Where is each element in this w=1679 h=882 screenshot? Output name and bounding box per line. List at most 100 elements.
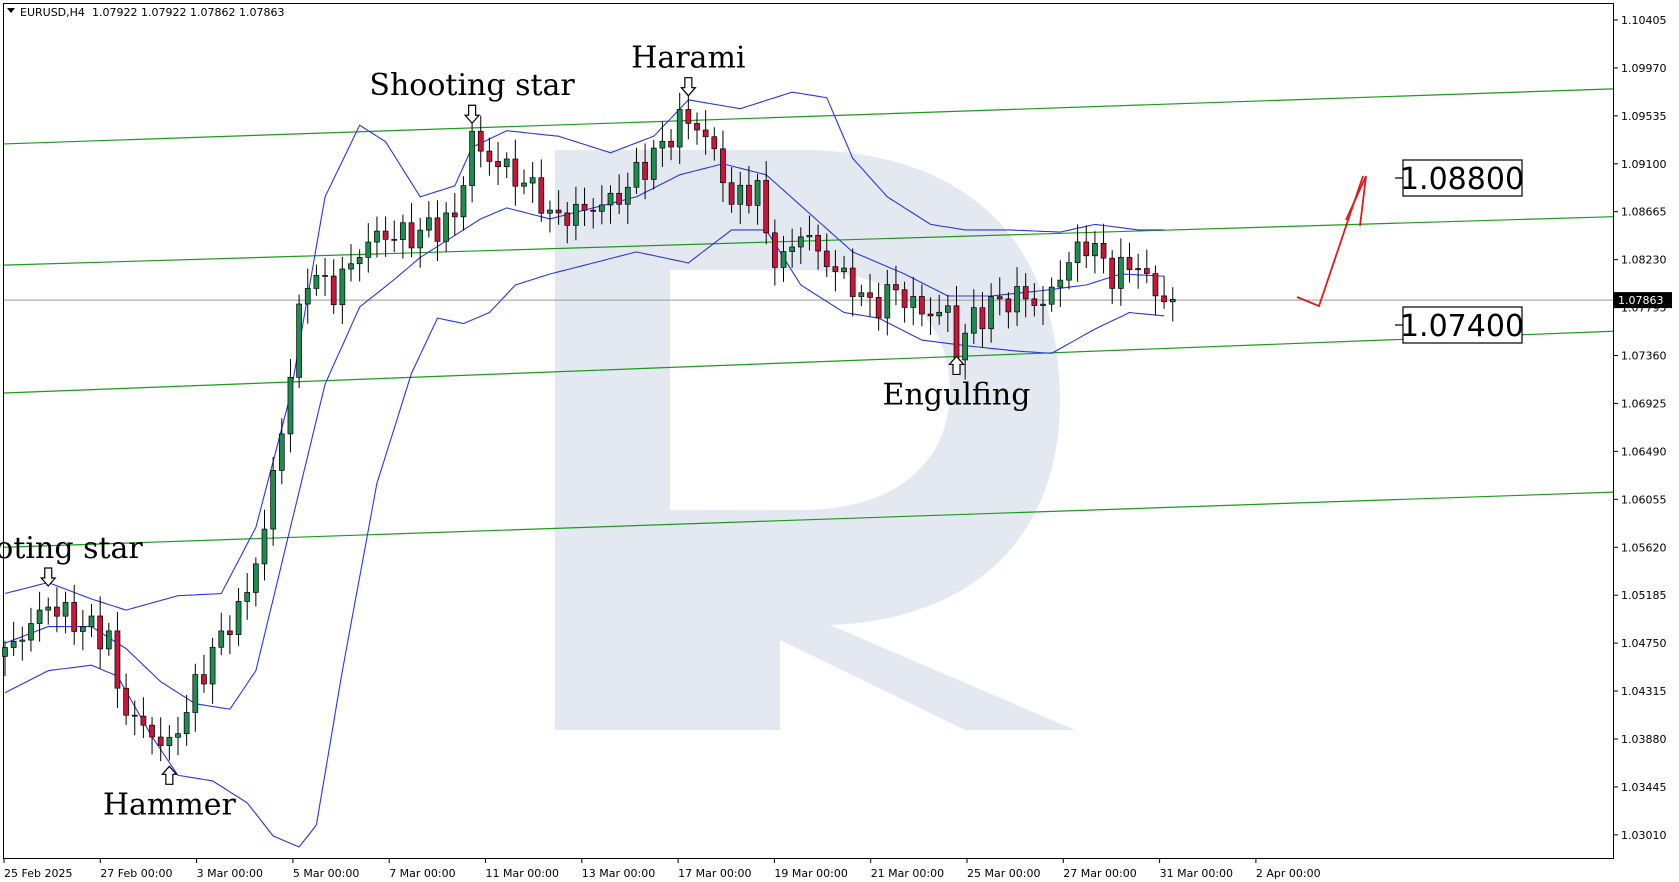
candle-body xyxy=(919,296,925,315)
candle-body xyxy=(486,150,493,162)
candle-body xyxy=(131,714,138,717)
candle-body xyxy=(927,313,934,317)
candle-body xyxy=(858,292,865,297)
candle-body xyxy=(54,606,60,617)
candle-body xyxy=(235,601,242,635)
current-price-label: 1.07863 xyxy=(1618,294,1664,307)
candle-body xyxy=(1074,241,1081,264)
y-tick-label: 1.08665 xyxy=(1621,206,1667,219)
candle-body xyxy=(806,234,813,238)
candle-body xyxy=(313,275,320,289)
candle-body xyxy=(417,229,424,249)
candle-body xyxy=(477,130,484,152)
symbol-label: EURUSD,H4 xyxy=(20,6,85,19)
candle-body xyxy=(607,192,614,206)
candle-body xyxy=(1100,243,1107,259)
x-tick-label: 25 Feb 2025 xyxy=(4,867,72,880)
candle-body xyxy=(28,623,34,641)
candle-body xyxy=(79,626,86,632)
candle-body xyxy=(348,263,354,270)
candle-body xyxy=(832,266,839,273)
candle-body xyxy=(780,251,787,268)
candle-body xyxy=(140,715,147,726)
x-tick-label: 5 Mar 00:00 xyxy=(293,867,359,880)
candle-body xyxy=(157,736,164,746)
x-tick-label: 3 Mar 00:00 xyxy=(197,867,263,880)
pattern-label: Engulfing xyxy=(883,377,1031,412)
candle-body xyxy=(460,185,467,218)
candle-body xyxy=(10,640,17,648)
candle-body xyxy=(538,177,545,214)
candle-body xyxy=(962,332,969,361)
candle-body xyxy=(564,212,571,226)
y-tick-label: 1.04750 xyxy=(1621,637,1667,650)
candle-body xyxy=(97,615,104,650)
candle-body xyxy=(676,109,683,148)
candle-body xyxy=(659,140,666,149)
candle-body xyxy=(1152,273,1159,297)
candle-body xyxy=(1161,295,1167,303)
x-tick-label: 25 Mar 00:00 xyxy=(967,867,1040,880)
y-tick-label: 1.04315 xyxy=(1621,685,1667,698)
y-tick-label: 1.10405 xyxy=(1621,14,1667,27)
x-tick-label: 31 Mar 00:00 xyxy=(1160,867,1233,880)
candle-body xyxy=(1109,257,1116,289)
candle-body xyxy=(642,161,648,180)
candle-body xyxy=(451,212,458,218)
x-tick-label: 2 Apr 00:00 xyxy=(1256,867,1321,880)
y-tick-label: 1.03880 xyxy=(1621,733,1667,746)
candle-body xyxy=(616,192,623,205)
candle-body xyxy=(105,630,112,650)
candle-body xyxy=(391,239,398,241)
candle-body xyxy=(287,377,294,435)
candle-body xyxy=(1092,243,1098,257)
candle-body xyxy=(884,284,891,319)
candle-body xyxy=(875,297,882,319)
candle-body xyxy=(823,250,830,268)
candle-body xyxy=(547,209,553,214)
candle-body xyxy=(201,674,207,685)
y-tick-label: 1.06490 xyxy=(1621,445,1667,458)
candle-body xyxy=(590,209,597,212)
candle-body xyxy=(244,592,251,602)
candle-body xyxy=(702,129,709,138)
candle-body xyxy=(624,186,631,205)
y-tick-label: 1.03010 xyxy=(1621,829,1667,842)
candle-body xyxy=(503,158,510,168)
pattern-label: ooting star xyxy=(0,531,143,566)
candle-body xyxy=(1022,286,1029,300)
candle-body xyxy=(521,182,527,187)
candle-body xyxy=(270,470,276,530)
y-tick-label: 1.06055 xyxy=(1621,493,1667,506)
pattern-label: Shooting star xyxy=(369,68,575,103)
candle-body xyxy=(114,630,121,689)
candle-body xyxy=(253,563,259,593)
candle-body xyxy=(979,307,986,330)
candle-body xyxy=(400,222,406,240)
price-chart[interactable]: Shooting star Harami Engulfing ooting star H… xyxy=(0,0,1679,882)
candle-body xyxy=(443,212,449,242)
y-tick-label: 1.09970 xyxy=(1621,62,1667,75)
candle-body xyxy=(382,230,389,240)
x-tick-label: 11 Mar 00:00 xyxy=(486,867,559,880)
candle-body xyxy=(1066,262,1072,281)
candle-body xyxy=(166,736,173,746)
candle-body xyxy=(944,305,951,313)
candle-body xyxy=(1169,298,1176,303)
candle-body xyxy=(1057,279,1064,288)
candle-body xyxy=(62,602,69,617)
candle-body xyxy=(2,647,8,657)
candle-body xyxy=(149,724,155,738)
candle-body xyxy=(36,609,43,624)
chart-header: EURUSD,H4 1.07922 1.07922 1.07862 1.0786… xyxy=(7,6,284,19)
candle-body xyxy=(893,284,899,291)
candle-body xyxy=(408,222,415,249)
candle-body xyxy=(573,203,579,226)
candle-body xyxy=(728,182,735,205)
level-value: 1.07400 xyxy=(1400,309,1524,344)
candle-body xyxy=(1040,303,1046,306)
candle-body xyxy=(1135,268,1142,271)
candle-body xyxy=(720,148,726,184)
candle-body xyxy=(529,177,536,184)
candle-body xyxy=(936,311,943,317)
